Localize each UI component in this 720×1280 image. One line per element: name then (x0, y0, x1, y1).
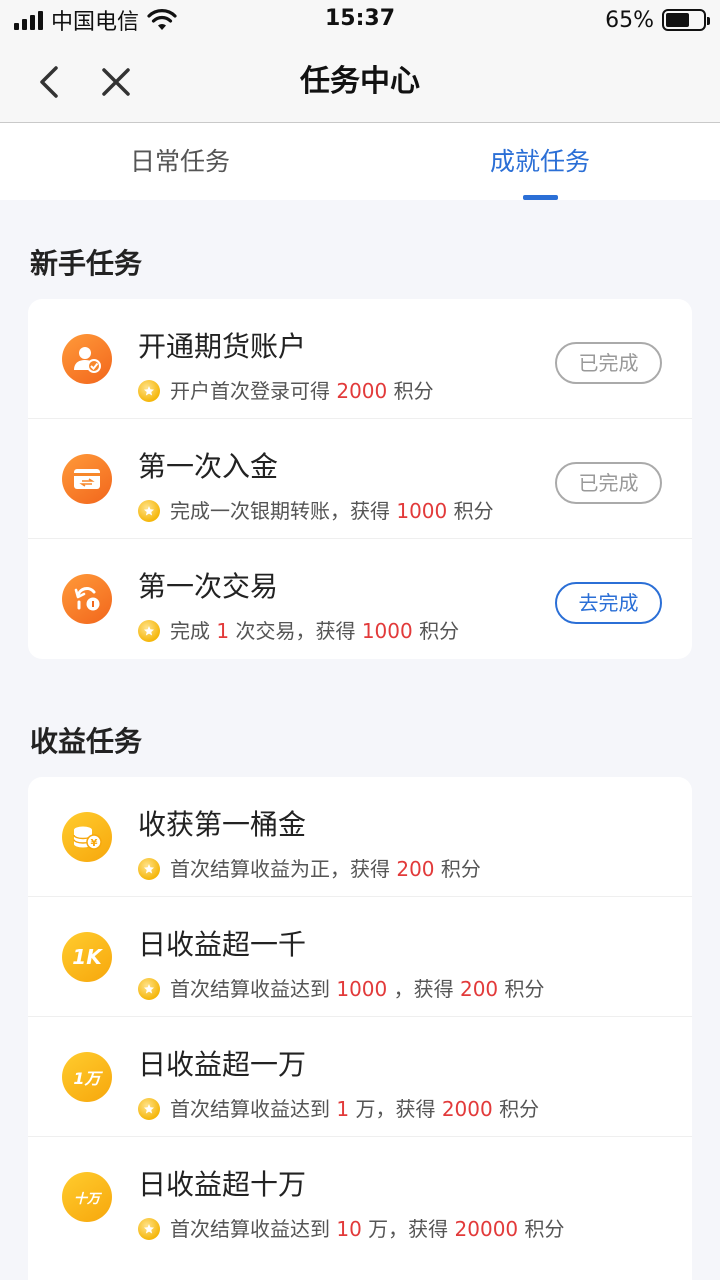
section-title-earnings: 收益任务 (30, 725, 143, 758)
nav-bar: 任务中心 (0, 40, 720, 123)
10wan-icon: 十万 (62, 1172, 112, 1222)
coin-icon (138, 620, 160, 642)
task-reward: 首次结算收益达到 10 万，获得 20000 积分 (138, 1215, 565, 1243)
coin-stack-icon: ¥ (62, 812, 112, 862)
section-title-newbie: 新手任务 (30, 247, 143, 280)
reward-value: 1 (216, 619, 230, 643)
battery-percentage: 65% (605, 7, 654, 33)
reward-text: 积分 (504, 977, 545, 1001)
status-bar: 中国电信 15:37 65% (0, 0, 720, 40)
reward-value: 200 (459, 977, 499, 1001)
task-reward: 首次结算收益为正，获得 200 积分 (138, 855, 481, 883)
account-user-icon (62, 334, 112, 384)
task-reward: 首次结算收益达到 1 万，获得 2000 积分 (138, 1095, 539, 1123)
tab-active-indicator (523, 195, 558, 200)
reward-value: 20000 (454, 1217, 519, 1241)
reward-text: 首次结算收益达到 (170, 1217, 330, 1241)
tab-achievement-tasks[interactable]: 成就任务 (360, 123, 720, 200)
task-title: 日收益超一千 (138, 928, 307, 961)
reward-text: 积分 (440, 857, 481, 881)
reward-text: 积分 (453, 499, 494, 523)
coin-icon (138, 500, 160, 522)
reward-value: 1000 (336, 977, 388, 1001)
reward-value: 200 (396, 857, 435, 881)
1wan-icon: 1万 (62, 1052, 112, 1102)
task-reward: 完成 1 次交易，获得 1000 积分 (138, 617, 459, 645)
reward-text: 首次结算收益为正，获得 (170, 857, 390, 881)
icon-label: 1万 (73, 1069, 101, 1088)
task-row: 开通期货账户 开户首次登录可得 2000 积分 已完成 (28, 299, 692, 419)
task-row: 第一次交易 完成 1 次交易，获得 1000 积分 去完成 (28, 539, 692, 659)
go-complete-button[interactable]: 去完成 (555, 582, 662, 624)
coin-icon (138, 1098, 160, 1120)
earnings-task-card: ¥ 收获第一桶金 首次结算收益为正，获得 200 积分 1K 日收益超一千 首次… (28, 777, 692, 1280)
task-title: 日收益超十万 (138, 1168, 307, 1201)
reward-text: 开户首次登录可得 (170, 379, 330, 403)
reward-text: 完成一次银期转账，获得 (170, 499, 390, 523)
reward-value: 1 (336, 1097, 350, 1121)
newbie-task-card: 开通期货账户 开户首次登录可得 2000 积分 已完成 第一次入金 完成一次银期… (28, 299, 692, 659)
status-right: 65% (605, 6, 710, 34)
coin-icon (138, 1218, 160, 1240)
icon-label: 十万 (73, 1191, 100, 1207)
task-row: 第一次入金 完成一次银期转账，获得 1000 积分 已完成 (28, 419, 692, 539)
battery-icon (662, 9, 710, 31)
reward-value: 10 (336, 1217, 362, 1241)
reward-text: 首次结算收益达到 (170, 1097, 330, 1121)
task-row: 1万 日收益超一万 首次结算收益达到 1 万，获得 2000 积分 (28, 1017, 692, 1137)
task-title: 第一次交易 (138, 570, 279, 603)
coin-icon (138, 380, 160, 402)
transfer-card-icon (62, 454, 112, 504)
task-row: 1K 日收益超一千 首次结算收益达到 1000 ，获得 200 积分 (28, 897, 692, 1017)
task-title: 日收益超一万 (138, 1048, 307, 1081)
trade-icon (62, 574, 112, 624)
reward-value: 1000 (396, 499, 448, 523)
tab-daily-tasks[interactable]: 日常任务 (0, 123, 360, 200)
reward-value: 2000 (336, 379, 388, 403)
task-title: 开通期货账户 (138, 330, 307, 363)
coin-icon (138, 858, 160, 880)
reward-text: 万，获得 (368, 1217, 449, 1241)
reward-text: 积分 (499, 1097, 540, 1121)
task-reward: 首次结算收益达到 1000 ，获得 200 积分 (138, 975, 545, 1003)
reward-text: 首次结算收益达到 (170, 977, 330, 1001)
coin-icon (138, 978, 160, 1000)
reward-text: 积分 (419, 619, 460, 643)
task-title: 第一次入金 (138, 450, 279, 483)
task-status-button[interactable]: 已完成 (555, 462, 662, 504)
task-title: 收获第一桶金 (138, 808, 307, 841)
task-reward: 开户首次登录可得 2000 积分 (138, 377, 434, 405)
task-row: ¥ 收获第一桶金 首次结算收益为正，获得 200 积分 (28, 777, 692, 897)
task-status-button[interactable]: 已完成 (555, 342, 662, 384)
1k-icon: 1K (62, 932, 112, 982)
icon-label: 1K (72, 945, 102, 969)
task-reward: 完成一次银期转账，获得 1000 积分 (138, 497, 494, 525)
reward-text: 万，获得 (355, 1097, 436, 1121)
reward-text: 完成 (170, 619, 210, 643)
page-title: 任务中心 (300, 64, 420, 99)
reward-value: 1000 (361, 619, 413, 643)
reward-text: 积分 (524, 1217, 565, 1241)
reward-text: 次交易，获得 (235, 619, 356, 643)
reward-text: 积分 (393, 379, 434, 403)
reward-value: 2000 (441, 1097, 493, 1121)
task-row: 十万 日收益超十万 首次结算收益达到 10 万，获得 20000 积分 (28, 1137, 692, 1257)
svg-text:¥: ¥ (91, 838, 98, 849)
tab-bar: 日常任务 成就任务 (0, 123, 720, 200)
reward-text: ，获得 (393, 977, 454, 1001)
